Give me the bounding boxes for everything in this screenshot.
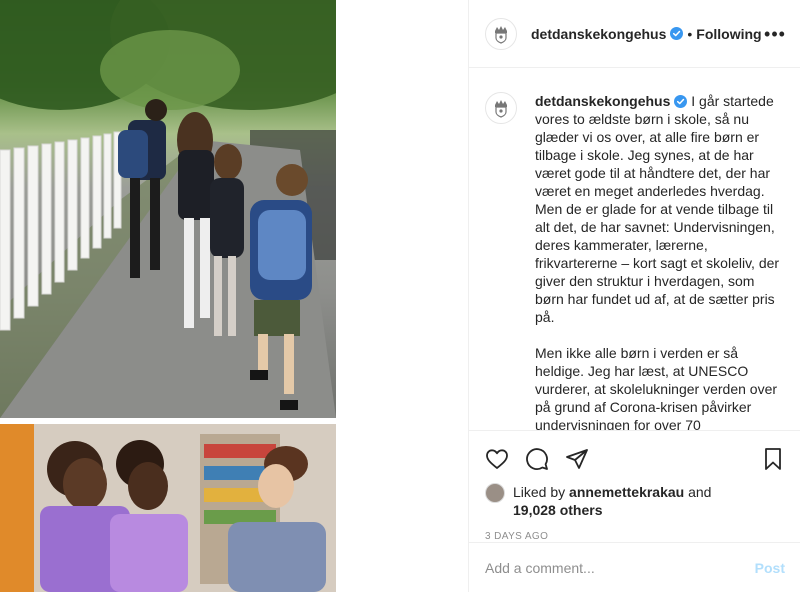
post-actions: Liked by annemettekrakau and 19,028 othe… (469, 430, 800, 542)
likes-count-link[interactable]: 19,028 others (513, 502, 603, 518)
add-comment-bar: Post (469, 542, 800, 592)
likes-summary: Liked by annemettekrakau and 19,028 othe… (485, 483, 785, 519)
caption-text-paragraph-2: Men ikke alle børn i verden er så heldig… (535, 345, 778, 430)
post-media[interactable] (0, 0, 336, 592)
liked-by-username[interactable]: annemettekrakau (569, 484, 684, 500)
following-button[interactable]: Following (696, 26, 761, 42)
post-comment-button[interactable]: Post (755, 560, 785, 576)
heart-icon[interactable] (485, 447, 509, 471)
royal-crest-icon (495, 100, 507, 118)
photo-children-walking-to-school (0, 0, 336, 418)
media-gutter (336, 0, 468, 592)
verified-badge-icon (670, 27, 684, 40)
photo-children-walking-illustration (0, 0, 336, 418)
paper-plane-icon[interactable] (565, 447, 589, 471)
verified-badge-icon (674, 95, 688, 108)
more-options-icon[interactable]: ••• (764, 24, 785, 44)
photo-classroom-illustration (0, 424, 336, 592)
photo-classroom-visit (0, 424, 336, 592)
header-separator: • (687, 25, 693, 42)
caption-author-avatar[interactable] (485, 92, 517, 124)
action-icons-row (485, 439, 785, 479)
royal-crest-icon (495, 25, 507, 44)
likes-prefix: Liked by (513, 484, 566, 500)
caption-row: detdanskekongehus I går startede vores t… (485, 92, 785, 430)
comment-bubble-icon[interactable] (525, 447, 549, 471)
post-panel: detdanskekongehus • Following ••• detdan… (468, 0, 800, 592)
caption-scroll-area[interactable]: detdanskekongehus I går startede vores t… (469, 68, 800, 430)
author-username[interactable]: detdanskekongehus (531, 26, 666, 42)
bookmark-icon[interactable] (761, 447, 785, 471)
caption-author-username[interactable]: detdanskekongehus (535, 93, 670, 109)
caption-body: detdanskekongehus I går startede vores t… (535, 92, 785, 430)
post-timestamp[interactable]: 3 DAYS AGO (485, 531, 785, 542)
post-header: detdanskekongehus • Following ••• (469, 0, 800, 68)
author-avatar[interactable] (485, 17, 517, 50)
likes-text: Liked by annemettekrakau and 19,028 othe… (513, 483, 711, 519)
comment-input[interactable] (485, 559, 747, 576)
caption-text-paragraph-1: I går startede vores to ældste børn i sk… (535, 93, 780, 325)
likes-and: and (688, 484, 712, 500)
liker-avatar[interactable] (485, 483, 505, 503)
